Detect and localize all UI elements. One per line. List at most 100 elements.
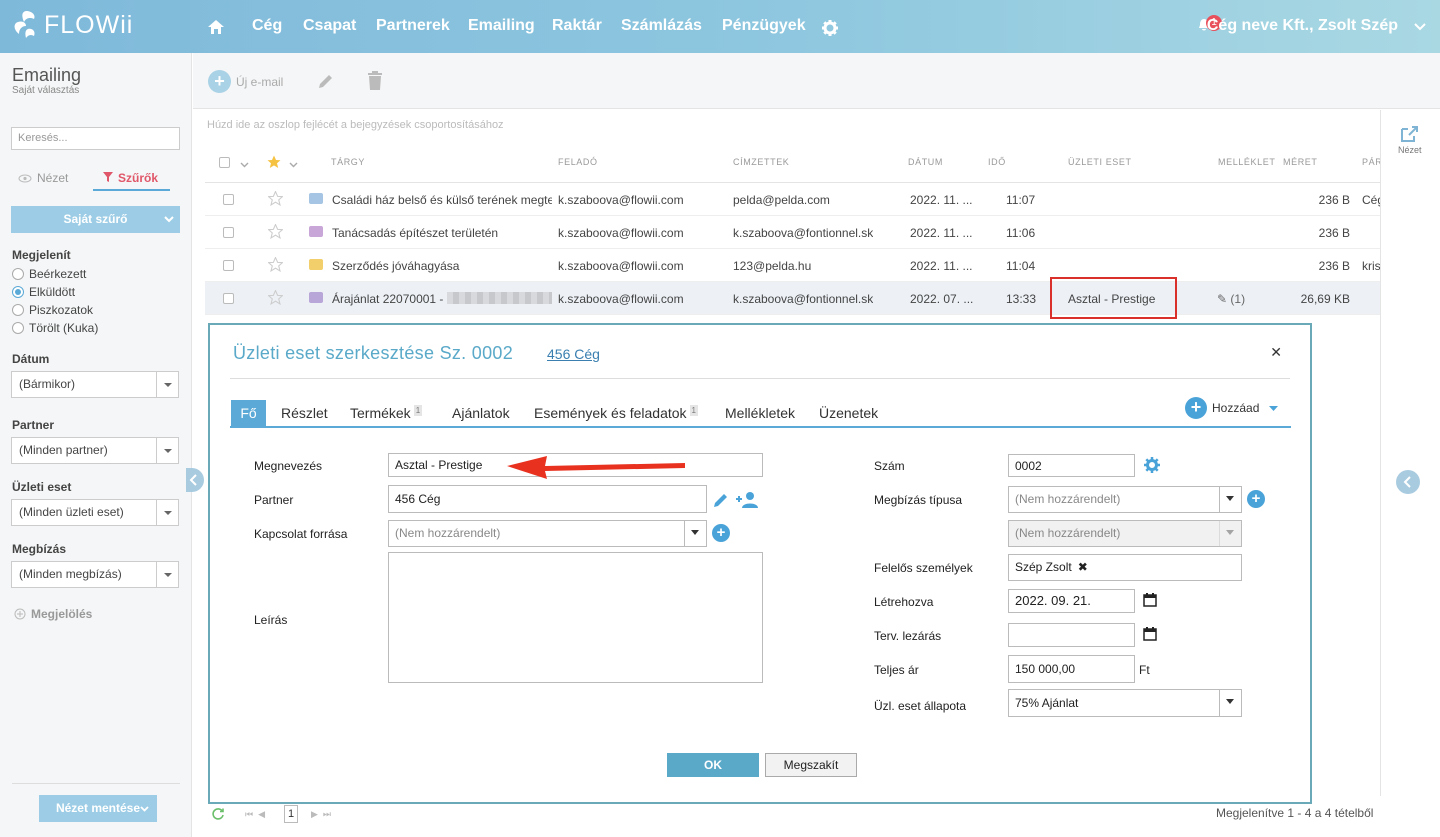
star-outline-icon[interactable]: [267, 223, 284, 242]
chevron-down-icon[interactable]: [289, 157, 298, 171]
row-subject: Árajánlat 22070001 -: [332, 292, 444, 306]
col-deal[interactable]: ÜZLETI ESET: [1068, 157, 1132, 167]
new-email-button[interactable]: + Új e-mail: [208, 70, 283, 93]
radio-drafts[interactable]: Piszkozatok: [12, 303, 93, 317]
partner-input[interactable]: 456 Cég: [388, 485, 707, 513]
col-sender[interactable]: FELADÓ: [558, 157, 598, 167]
brand-logo[interactable]: FLOWii: [12, 9, 133, 41]
chevron-down-icon[interactable]: [1414, 20, 1426, 34]
chevron-down-icon[interactable]: [240, 157, 249, 171]
number-input[interactable]: 0002: [1008, 454, 1135, 477]
tab-view[interactable]: Nézet: [18, 171, 68, 185]
company-user-menu[interactable]: Cég neve Kft., Zsolt Szép: [1207, 17, 1398, 35]
trash-icon[interactable]: [367, 71, 383, 94]
remove-tag-icon[interactable]: ✖: [1078, 560, 1088, 574]
add-order-type-icon[interactable]: +: [1247, 490, 1265, 508]
own-filter-button[interactable]: Saját szűrő: [11, 206, 180, 233]
star-outline-icon[interactable]: [267, 190, 284, 209]
table-row[interactable]: Tanácsadás építészet területén k.szaboov…: [205, 216, 1380, 249]
col-subject[interactable]: TÁRGY: [331, 157, 365, 167]
partner-select[interactable]: (Minden partner): [11, 437, 179, 464]
cancel-button[interactable]: Megszakít: [765, 753, 857, 777]
nav-raktar[interactable]: Raktár: [552, 17, 602, 35]
page-number[interactable]: 1: [284, 805, 298, 823]
eye-icon: [18, 174, 32, 182]
ok-button[interactable]: OK: [667, 753, 759, 777]
table-row[interactable]: Szerződés jóváhagyása k.szaboova@flowii.…: [205, 249, 1380, 282]
add-source-icon[interactable]: +: [712, 524, 730, 542]
table-row[interactable]: Családi ház belső és külső terének megte…: [205, 183, 1380, 216]
tab-details[interactable]: Részlet: [281, 405, 328, 421]
nav-penzugyek[interactable]: Pénzügyek: [722, 17, 806, 35]
row-checkbox[interactable]: [223, 194, 234, 205]
tab-events[interactable]: Események és feladatok 1: [534, 405, 698, 421]
expand-panel-button[interactable]: [1396, 470, 1420, 494]
description-textarea[interactable]: [388, 552, 763, 683]
chevron-down-icon: [1269, 401, 1279, 415]
date-select[interactable]: (Bármikor): [11, 371, 179, 398]
responsible-input[interactable]: Szép Zsolt ✖: [1008, 554, 1242, 581]
save-view-button[interactable]: Nézet mentése: [39, 795, 157, 822]
col-date[interactable]: DÁTUM: [908, 157, 943, 167]
refresh-icon[interactable]: [211, 807, 225, 824]
tab-filters[interactable]: Szűrők: [93, 171, 170, 191]
edit-pencil-icon[interactable]: [712, 491, 730, 512]
radio-received[interactable]: Beérkezett: [12, 267, 86, 281]
search-input[interactable]: Keresés...: [11, 127, 180, 150]
select-all-checkbox[interactable]: [219, 157, 230, 168]
add-button[interactable]: + Hozzáad: [1185, 397, 1279, 419]
tab-products[interactable]: Termékek 1: [350, 405, 423, 421]
deal-select[interactable]: (Minden üzleti eset): [11, 499, 179, 526]
row-time: 11:06: [1006, 226, 1036, 240]
pager-prev-icon[interactable]: ⏮◀: [245, 809, 270, 820]
tab-messages[interactable]: Üzenetek: [819, 405, 878, 421]
add-person-icon[interactable]: [735, 491, 759, 512]
star-filter-icon[interactable]: [267, 155, 281, 172]
row-checkbox[interactable]: [223, 260, 234, 271]
edit-pencil-icon[interactable]: [317, 72, 335, 93]
chevron-down-icon: [164, 206, 174, 233]
col-size[interactable]: MÉRET: [1283, 157, 1318, 167]
partner-link[interactable]: 456 Cég: [547, 346, 600, 362]
row-checkbox[interactable]: [223, 293, 234, 304]
nav-ceg[interactable]: Cég: [252, 17, 282, 35]
status-select[interactable]: 75% Ajánlat: [1008, 689, 1242, 717]
total-price-input[interactable]: 150 000,00: [1008, 655, 1135, 683]
col-time[interactable]: IDŐ: [988, 157, 1006, 167]
pager-next-icon[interactable]: ▶⏭: [311, 809, 336, 820]
table-row[interactable]: Árajánlat 22070001 - k.szaboova@flowii.c…: [205, 282, 1380, 315]
tab-offers[interactable]: Ajánlatok: [452, 405, 510, 421]
home-icon[interactable]: [207, 19, 225, 38]
collapse-sidebar-button[interactable]: [186, 468, 204, 492]
view-panel-toggle[interactable]: Nézet: [1398, 125, 1422, 155]
close-icon[interactable]: ✕: [1270, 344, 1282, 361]
star-outline-icon[interactable]: [267, 289, 284, 308]
email-toolbar: + Új e-mail: [193, 53, 1440, 109]
col-attachment[interactable]: MELLÉKLET: [1218, 157, 1275, 167]
nav-partnerek[interactable]: Partnerek: [376, 17, 450, 35]
star-outline-icon[interactable]: [267, 256, 284, 275]
tab-attachments[interactable]: Mellékletek: [725, 405, 795, 421]
order-type-select[interactable]: (Nem hozzárendelt): [1008, 486, 1242, 513]
deal-edit-dialog: Üzleti eset szerkesztése Sz. 0002 456 Cé…: [208, 323, 1312, 804]
created-input[interactable]: 2022. 09. 21.: [1008, 589, 1135, 613]
settings-gear-icon[interactable]: [1144, 457, 1160, 476]
radio-sent[interactable]: Elküldött: [12, 285, 75, 299]
row-checkbox[interactable]: [223, 227, 234, 238]
nav-csapat[interactable]: Csapat: [303, 17, 356, 35]
col-partner[interactable]: PÁR: [1362, 157, 1380, 167]
planned-close-input[interactable]: [1008, 623, 1135, 647]
tab-main[interactable]: Fő: [231, 400, 266, 427]
order-select[interactable]: (Minden megbízás): [11, 561, 179, 588]
source-select[interactable]: (Nem hozzárendelt): [388, 520, 707, 547]
calendar-icon[interactable]: [1143, 626, 1157, 644]
nav-emailing[interactable]: Emailing: [468, 17, 535, 35]
total-price-label: Teljes ár: [874, 663, 919, 677]
col-recipients[interactable]: CÍMZETTEK: [733, 157, 789, 167]
settings-gear-icon[interactable]: [822, 20, 838, 39]
radio-deleted[interactable]: Törölt (Kuka): [12, 321, 98, 335]
nav-szamlazas[interactable]: Számlázás: [621, 17, 702, 35]
mark-toggle[interactable]: Megjelölés: [14, 607, 92, 621]
calendar-icon[interactable]: [1143, 592, 1157, 610]
order-type-sub-select[interactable]: (Nem hozzárendelt): [1008, 520, 1242, 547]
